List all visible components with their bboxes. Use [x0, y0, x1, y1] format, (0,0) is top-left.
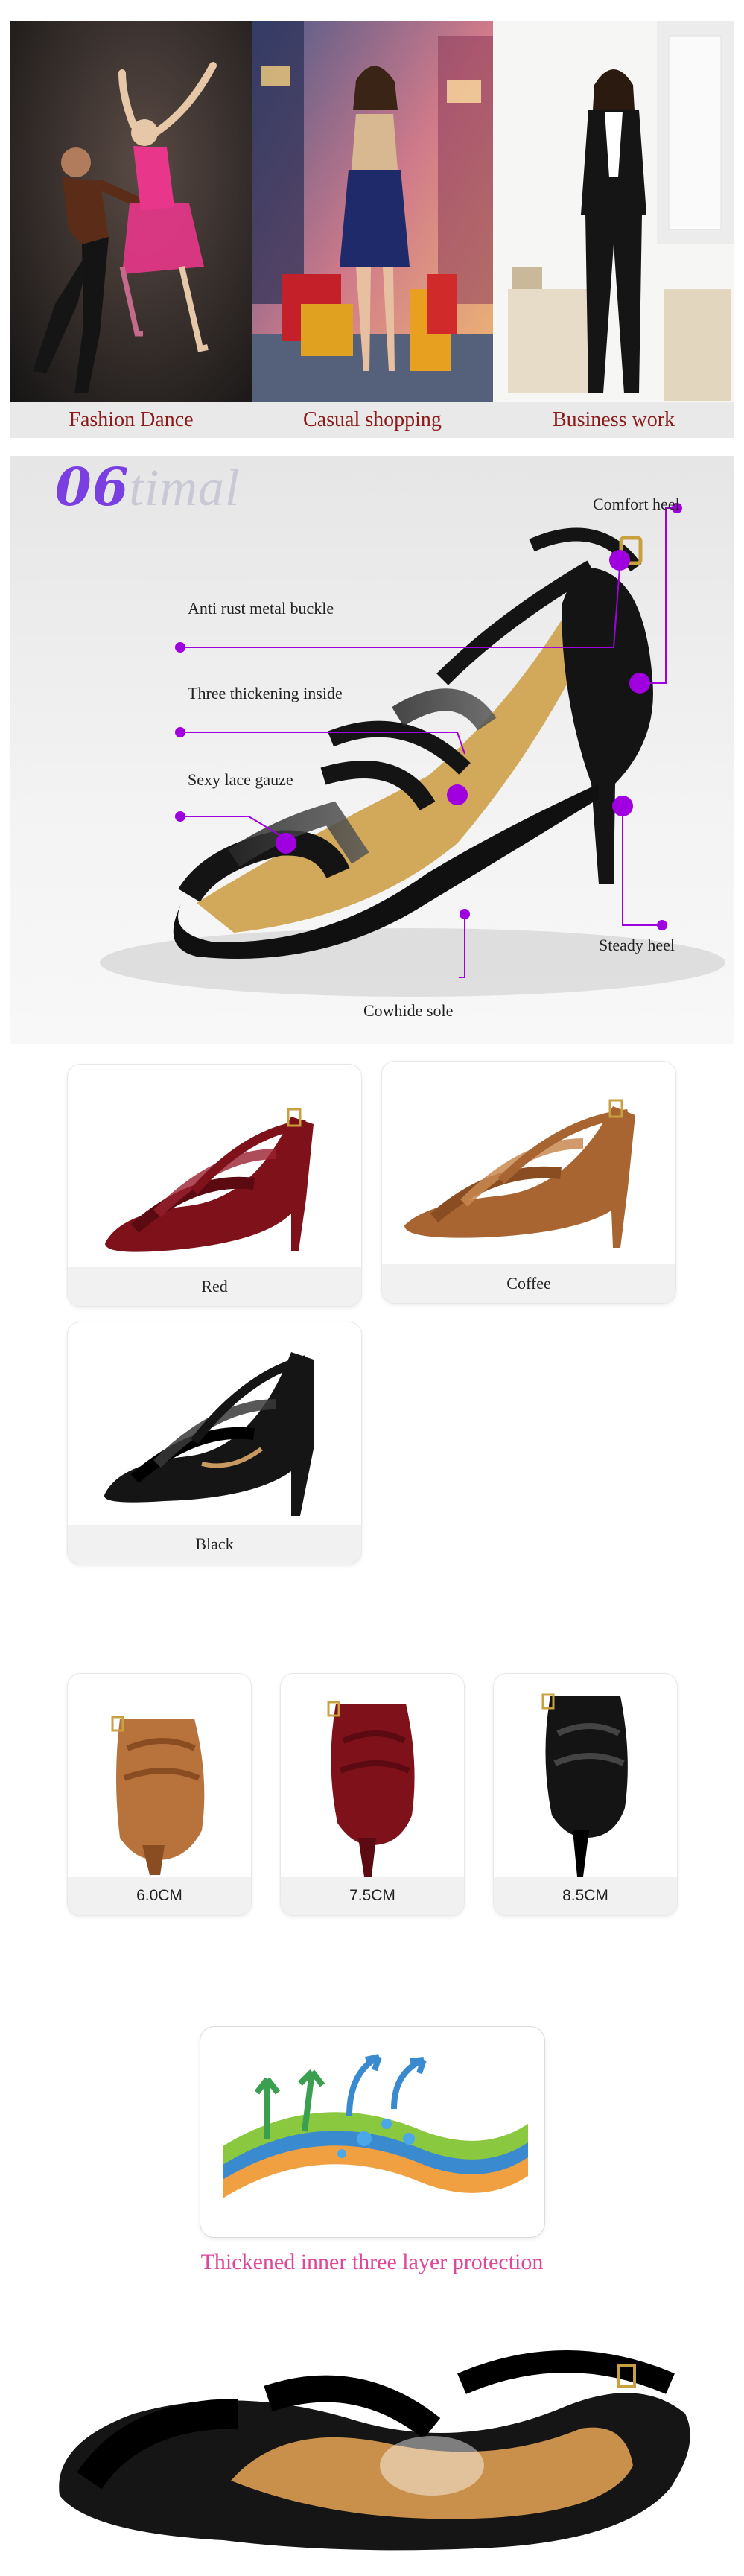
black-shoe-image: [104, 1352, 314, 1516]
feature-panel: [10, 456, 734, 1044]
heel-7-5cm-image: [327, 1701, 415, 1877]
color-card-red[interactable]: Red: [67, 1064, 362, 1307]
logo-text: timal: [129, 460, 241, 517]
scene-fashion-dance: Fashion Dance: [10, 21, 252, 438]
heel-card-6cm[interactable]: 6.0CM: [67, 1673, 252, 1916]
label-thickening: Three thickening inside: [188, 684, 343, 702]
heel-card-8-5cm[interactable]: 8.5CM: [493, 1673, 678, 1916]
heel-8-5cm-image: [541, 1693, 628, 1877]
label-buckle: Anti rust metal buckle: [188, 599, 334, 618]
scene-business-work: Business work: [493, 21, 734, 438]
scene-label: Casual shopping: [303, 408, 442, 431]
heel-caption: 6.0CM: [68, 1877, 251, 1915]
label-lace: Sexy lace gauze: [188, 770, 293, 789]
color-caption: Red: [68, 1267, 361, 1306]
heel-caption: 8.5CM: [494, 1877, 677, 1915]
color-caption: Coffee: [382, 1264, 675, 1303]
insole-closeup-image: [59, 2350, 690, 2551]
heel-6cm-image: [111, 1716, 205, 1875]
scene-caption: Casual shopping: [252, 402, 493, 438]
business-photo: [493, 21, 734, 438]
label-steady-heel: Steady heel: [599, 936, 675, 954]
shopping-photo: [252, 21, 493, 438]
scene-label: Fashion Dance: [69, 408, 194, 431]
shoe-feature-illustration: [100, 503, 725, 997]
scene-casual-shopping: Casual shopping: [252, 21, 493, 438]
heel-card-7-5cm[interactable]: 7.5CM: [280, 1673, 465, 1916]
dance-photo: [10, 21, 252, 438]
heel-caption: 7.5CM: [281, 1877, 464, 1915]
label-comfort-heel: Comfort heel: [593, 495, 680, 513]
color-caption: Black: [68, 1525, 361, 1564]
color-card-black[interactable]: Black: [67, 1322, 362, 1564]
color-card-coffee[interactable]: Coffee: [381, 1061, 676, 1304]
scene-caption: Fashion Dance: [10, 402, 252, 438]
logo: 06timal: [55, 456, 240, 518]
scene-caption: Business work: [493, 402, 734, 438]
label-sole: Cowhide sole: [363, 1001, 454, 1020]
layer-diagram-card: [200, 2026, 545, 2238]
logo-number: 06: [55, 456, 130, 518]
scene-label: Business work: [552, 408, 675, 431]
protection-caption: Thickened inner three layer protection: [200, 2250, 544, 2274]
three-layer-diagram: [223, 2054, 528, 2198]
coffee-shoe-image: [404, 1099, 635, 1248]
red-shoe-image: [105, 1108, 314, 1252]
